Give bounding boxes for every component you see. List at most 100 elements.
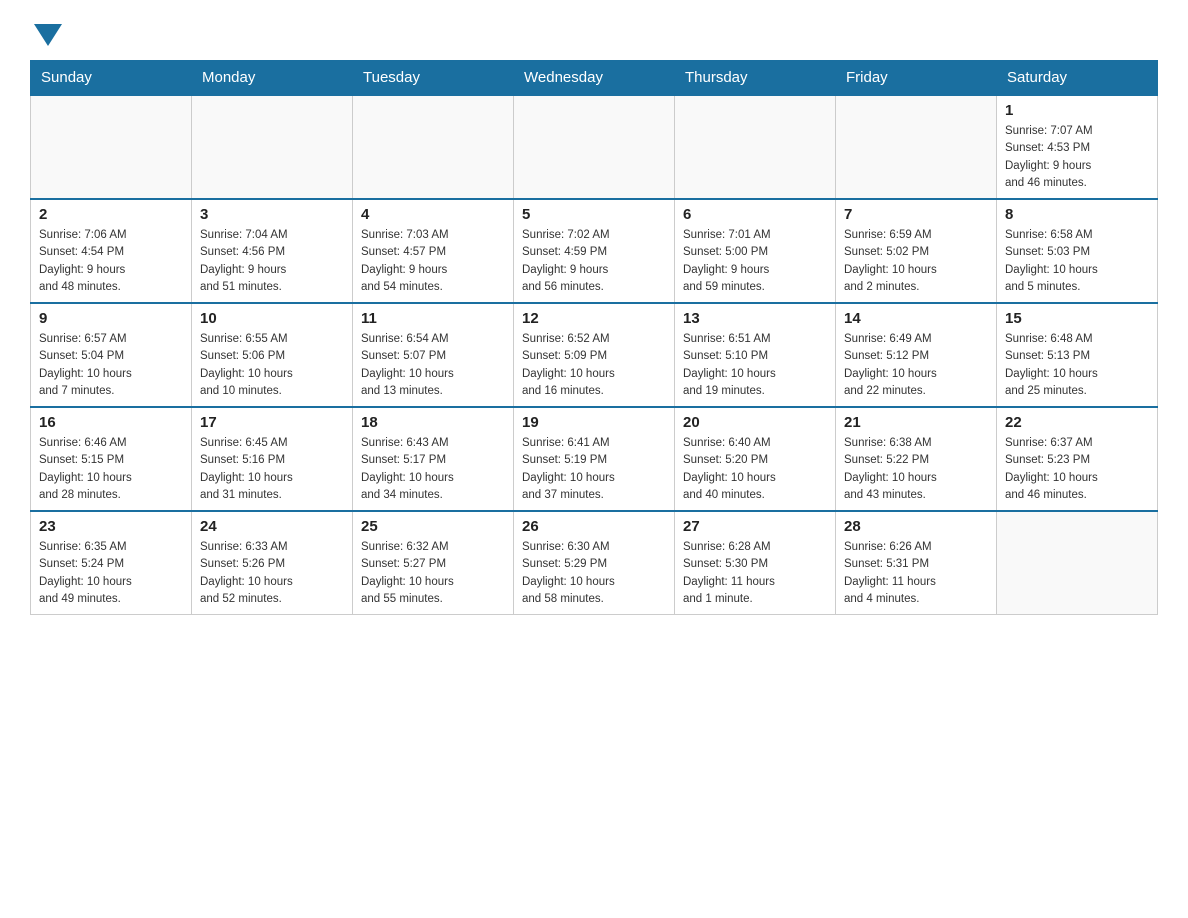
day-number: 19: [522, 414, 666, 431]
calendar-cell: [997, 511, 1158, 615]
day-info: Sunrise: 6:35 AM Sunset: 5:24 PM Dayligh…: [39, 539, 183, 608]
weekday-header-sunday: Sunday: [31, 61, 192, 96]
page-header: [30, 20, 1158, 44]
day-number: 6: [683, 206, 827, 223]
calendar-cell: [353, 95, 514, 199]
calendar-cell: 8 Sunrise: 6:58 AM Sunset: 5:03 PM Daylig…: [997, 199, 1158, 303]
day-number: 10: [200, 310, 344, 327]
calendar-cell: 27Sunrise: 6:28 AM Sunset: 5:30 PM Dayli…: [675, 511, 836, 615]
calendar-cell: 21 Sunrise: 6:38 AM Sunset: 5:22 PM Dayli…: [836, 407, 997, 511]
weekday-header-friday: Friday: [836, 61, 997, 96]
day-info: Sunrise: 7:01 AM Sunset: 5:00 PM Dayligh…: [683, 227, 827, 296]
day-number: 27: [683, 518, 827, 535]
calendar-cell: 2 Sunrise: 7:06 AM Sunset: 4:54 PM Daylig…: [31, 199, 192, 303]
day-number: 24: [200, 518, 344, 535]
day-info: Sunrise: 6:40 AM Sunset: 5:20 PM Dayligh…: [683, 435, 827, 504]
day-number: 7: [844, 206, 988, 223]
day-info: Sunrise: 6:57 AM Sunset: 5:04 PM Dayligh…: [39, 331, 183, 400]
calendar-cell: 1 Sunrise: 7:07 AM Sunset: 4:53 PM Daylig…: [997, 95, 1158, 199]
calendar-cell: 15Sunrise: 6:48 AM Sunset: 5:13 PM Dayli…: [997, 303, 1158, 407]
calendar-cell: 13 Sunrise: 6:51 AM Sunset: 5:10 PM Dayli…: [675, 303, 836, 407]
day-number: 3: [200, 206, 344, 223]
day-info: Sunrise: 6:52 AM Sunset: 5:09 PM Dayligh…: [522, 331, 666, 400]
calendar-cell: 3 Sunrise: 7:04 AM Sunset: 4:56 PM Daylig…: [192, 199, 353, 303]
calendar-row-4: 23Sunrise: 6:35 AM Sunset: 5:24 PM Dayli…: [31, 511, 1158, 615]
day-info: Sunrise: 7:03 AM Sunset: 4:57 PM Dayligh…: [361, 227, 505, 296]
calendar-cell: 10 Sunrise: 6:55 AM Sunset: 5:06 PM Dayli…: [192, 303, 353, 407]
day-number: 16: [39, 414, 183, 431]
calendar-cell: 6 Sunrise: 7:01 AM Sunset: 5:00 PM Daylig…: [675, 199, 836, 303]
day-info: Sunrise: 7:04 AM Sunset: 4:56 PM Dayligh…: [200, 227, 344, 296]
day-info: Sunrise: 6:33 AM Sunset: 5:26 PM Dayligh…: [200, 539, 344, 608]
calendar-cell: [31, 95, 192, 199]
day-info: Sunrise: 6:49 AM Sunset: 5:12 PM Dayligh…: [844, 331, 988, 400]
day-info: Sunrise: 6:55 AM Sunset: 5:06 PM Dayligh…: [200, 331, 344, 400]
calendar-cell: 17 Sunrise: 6:45 AM Sunset: 5:16 PM Dayli…: [192, 407, 353, 511]
day-info: Sunrise: 7:07 AM Sunset: 4:53 PM Dayligh…: [1005, 123, 1149, 192]
calendar-cell: 23Sunrise: 6:35 AM Sunset: 5:24 PM Dayli…: [31, 511, 192, 615]
day-number: 13: [683, 310, 827, 327]
day-number: 28: [844, 518, 988, 535]
day-number: 1: [1005, 102, 1149, 119]
calendar-cell: 18 Sunrise: 6:43 AM Sunset: 5:17 PM Dayli…: [353, 407, 514, 511]
weekday-header-monday: Monday: [192, 61, 353, 96]
calendar-cell: 28 Sunrise: 6:26 AM Sunset: 5:31 PM Dayli…: [836, 511, 997, 615]
day-info: Sunrise: 7:06 AM Sunset: 4:54 PM Dayligh…: [39, 227, 183, 296]
day-number: 17: [200, 414, 344, 431]
day-info: Sunrise: 6:32 AM Sunset: 5:27 PM Dayligh…: [361, 539, 505, 608]
calendar-cell: 9 Sunrise: 6:57 AM Sunset: 5:04 PM Daylig…: [31, 303, 192, 407]
day-info: Sunrise: 6:46 AM Sunset: 5:15 PM Dayligh…: [39, 435, 183, 504]
weekday-header-row: SundayMondayTuesdayWednesdayThursdayFrid…: [31, 61, 1158, 96]
day-number: 22: [1005, 414, 1149, 431]
day-number: 8: [1005, 206, 1149, 223]
day-info: Sunrise: 6:51 AM Sunset: 5:10 PM Dayligh…: [683, 331, 827, 400]
calendar-cell: 14 Sunrise: 6:49 AM Sunset: 5:12 PM Dayli…: [836, 303, 997, 407]
calendar-cell: 20 Sunrise: 6:40 AM Sunset: 5:20 PM Dayli…: [675, 407, 836, 511]
calendar-cell: 4 Sunrise: 7:03 AM Sunset: 4:57 PM Daylig…: [353, 199, 514, 303]
day-info: Sunrise: 6:43 AM Sunset: 5:17 PM Dayligh…: [361, 435, 505, 504]
day-info: Sunrise: 6:45 AM Sunset: 5:16 PM Dayligh…: [200, 435, 344, 504]
day-number: 12: [522, 310, 666, 327]
day-number: 14: [844, 310, 988, 327]
weekday-header-thursday: Thursday: [675, 61, 836, 96]
day-number: 26: [522, 518, 666, 535]
logo: [30, 20, 62, 44]
calendar-row-0: 1 Sunrise: 7:07 AM Sunset: 4:53 PM Daylig…: [31, 95, 1158, 199]
day-number: 4: [361, 206, 505, 223]
day-info: Sunrise: 6:37 AM Sunset: 5:23 PM Dayligh…: [1005, 435, 1149, 504]
calendar-row-2: 9 Sunrise: 6:57 AM Sunset: 5:04 PM Daylig…: [31, 303, 1158, 407]
weekday-header-wednesday: Wednesday: [514, 61, 675, 96]
day-info: Sunrise: 6:38 AM Sunset: 5:22 PM Dayligh…: [844, 435, 988, 504]
calendar-cell: 25Sunrise: 6:32 AM Sunset: 5:27 PM Dayli…: [353, 511, 514, 615]
calendar-cell: 5 Sunrise: 7:02 AM Sunset: 4:59 PM Daylig…: [514, 199, 675, 303]
calendar-cell: 22 Sunrise: 6:37 AM Sunset: 5:23 PM Dayli…: [997, 407, 1158, 511]
logo-top: [30, 20, 62, 46]
day-info: Sunrise: 6:41 AM Sunset: 5:19 PM Dayligh…: [522, 435, 666, 504]
weekday-header-saturday: Saturday: [997, 61, 1158, 96]
day-number: 15: [1005, 310, 1149, 327]
day-info: Sunrise: 6:58 AM Sunset: 5:03 PM Dayligh…: [1005, 227, 1149, 296]
day-info: Sunrise: 6:54 AM Sunset: 5:07 PM Dayligh…: [361, 331, 505, 400]
day-number: 20: [683, 414, 827, 431]
weekday-header-tuesday: Tuesday: [353, 61, 514, 96]
calendar-row-1: 2 Sunrise: 7:06 AM Sunset: 4:54 PM Daylig…: [31, 199, 1158, 303]
calendar-cell: 16 Sunrise: 6:46 AM Sunset: 5:15 PM Dayli…: [31, 407, 192, 511]
calendar-cell: [514, 95, 675, 199]
day-number: 11: [361, 310, 505, 327]
calendar-cell: 19 Sunrise: 6:41 AM Sunset: 5:19 PM Dayli…: [514, 407, 675, 511]
calendar-cell: 7Sunrise: 6:59 AM Sunset: 5:02 PM Daylig…: [836, 199, 997, 303]
day-info: Sunrise: 6:26 AM Sunset: 5:31 PM Dayligh…: [844, 539, 988, 608]
calendar-cell: 12 Sunrise: 6:52 AM Sunset: 5:09 PM Dayli…: [514, 303, 675, 407]
day-number: 21: [844, 414, 988, 431]
calendar-cell: [675, 95, 836, 199]
day-info: Sunrise: 6:30 AM Sunset: 5:29 PM Dayligh…: [522, 539, 666, 608]
day-number: 9: [39, 310, 183, 327]
day-info: Sunrise: 7:02 AM Sunset: 4:59 PM Dayligh…: [522, 227, 666, 296]
calendar-cell: [836, 95, 997, 199]
day-number: 18: [361, 414, 505, 431]
calendar-cell: 24 Sunrise: 6:33 AM Sunset: 5:26 PM Dayli…: [192, 511, 353, 615]
day-number: 5: [522, 206, 666, 223]
calendar-table: SundayMondayTuesdayWednesdayThursdayFrid…: [30, 60, 1158, 615]
calendar-cell: 11 Sunrise: 6:54 AM Sunset: 5:07 PM Dayli…: [353, 303, 514, 407]
day-number: 2: [39, 206, 183, 223]
